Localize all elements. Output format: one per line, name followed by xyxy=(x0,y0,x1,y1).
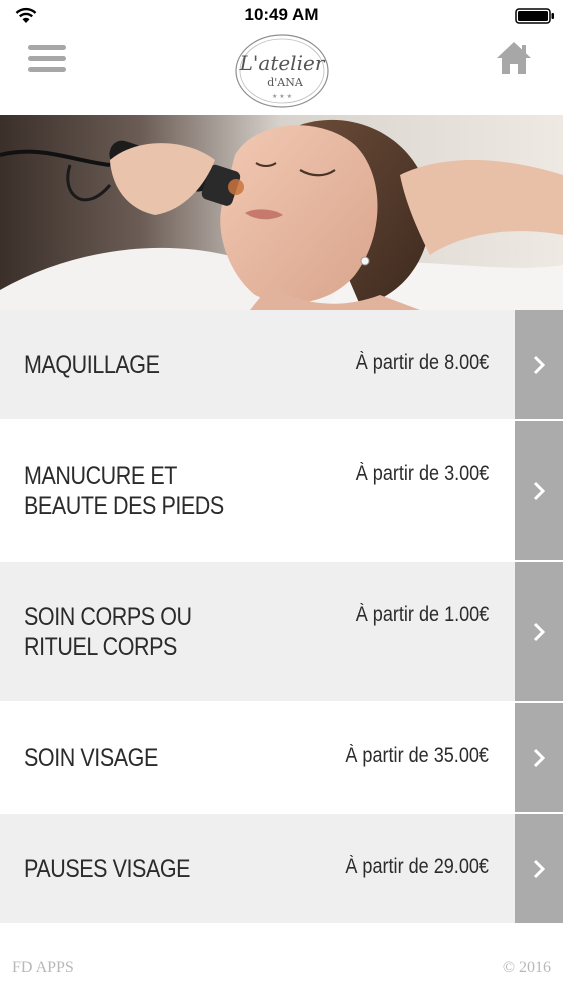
services-list: MAQUILLAGE À partir de 8.00€ MANUCURE ET… xyxy=(0,310,563,925)
status-time: 10:49 AM xyxy=(244,5,319,24)
service-price: À partir de 35.00€ xyxy=(345,744,489,767)
chevron-right-icon xyxy=(533,481,546,501)
service-title: MAQUILLAGE xyxy=(24,351,160,379)
brand-logo: L'atelier d'ANA ★ ★ ★ xyxy=(235,34,329,108)
service-row-pauses-visage[interactable]: PAUSES VISAGE À partir de 29.00€ xyxy=(0,814,563,925)
service-row-maquillage[interactable]: MAQUILLAGE À partir de 8.00€ xyxy=(0,310,563,421)
footer-credit: FD APPS xyxy=(12,959,74,976)
chevron-right-button[interactable] xyxy=(515,814,563,923)
hamburger-menu-icon[interactable] xyxy=(28,45,66,75)
chevron-right-button[interactable] xyxy=(515,310,563,419)
service-price: À partir de 8.00€ xyxy=(355,351,489,374)
nav-header: L'atelier d'ANA ★ ★ ★ xyxy=(0,30,563,115)
svg-text:L'atelier: L'atelier xyxy=(239,51,326,75)
service-price: À partir de 3.00€ xyxy=(355,462,489,485)
chevron-right-icon xyxy=(533,622,546,642)
chevron-right-icon xyxy=(533,355,546,375)
chevron-right-button[interactable] xyxy=(515,562,563,701)
service-title: PAUSES VISAGE xyxy=(24,855,191,883)
service-price: À partir de 29.00€ xyxy=(345,855,489,878)
service-row-soin-visage[interactable]: SOIN VISAGE À partir de 35.00€ xyxy=(0,703,563,814)
svg-text:d'ANA: d'ANA xyxy=(267,76,304,89)
service-title: SOIN CORPS OU RITUEL CORPS xyxy=(24,603,192,661)
status-bar: 10:49 AM xyxy=(0,0,563,30)
service-title: SOIN VISAGE xyxy=(24,744,158,772)
chevron-right-button[interactable] xyxy=(515,421,563,560)
svg-text:★ ★ ★: ★ ★ ★ xyxy=(272,93,292,100)
hero-image xyxy=(0,115,563,310)
footer-copyright: © 2016 xyxy=(502,959,551,976)
service-title: MANUCURE ET BEAUTE DES PIEDS xyxy=(24,462,224,520)
home-icon[interactable] xyxy=(495,40,533,76)
battery-icon xyxy=(515,8,554,24)
service-price: À partir de 1.00€ xyxy=(355,603,489,626)
chevron-right-icon xyxy=(533,748,546,768)
service-row-manucure[interactable]: MANUCURE ET BEAUTE DES PIEDS À partir de… xyxy=(0,421,563,562)
service-row-soin-corps[interactable]: SOIN CORPS OU RITUEL CORPS À partir de 1… xyxy=(0,562,563,703)
chevron-right-icon xyxy=(533,859,546,879)
footer: FD APPS © 2016 xyxy=(0,955,563,985)
chevron-right-button[interactable] xyxy=(515,703,563,812)
